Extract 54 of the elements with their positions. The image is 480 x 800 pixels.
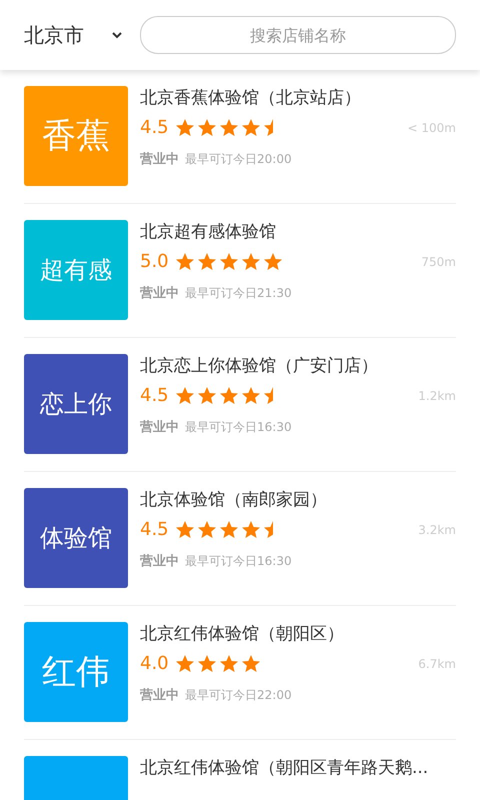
star-icon: [240, 118, 261, 138]
store-logo: 恋上你: [24, 354, 128, 454]
rating-score: 4.5: [140, 385, 169, 406]
star-icon: [240, 520, 261, 540]
store-logo: 红伟: [24, 622, 128, 722]
open-status: 营业中: [140, 151, 179, 168]
star-icon: [196, 252, 217, 272]
store-name: 北京超有感体验馆: [140, 221, 277, 243]
star-icon: [196, 520, 217, 540]
store-logo: 超有感: [24, 220, 128, 320]
open-status: 营业中: [140, 553, 179, 570]
rating-score: 4.5: [140, 117, 169, 138]
store-name: 北京香蕉体验馆（北京站店）: [140, 87, 362, 109]
star-icon: [174, 118, 195, 138]
star-icon: [174, 654, 195, 674]
rating-score: 4.5: [140, 519, 169, 540]
search-field[interactable]: 搜索店铺名称: [140, 16, 456, 54]
star-icon: [174, 386, 195, 406]
star-icon: [218, 654, 239, 674]
store-name: 北京恋上你体验馆（广安门店）: [140, 355, 379, 377]
booking-time: 最早可订今日21:30: [185, 284, 292, 302]
star-icon: [218, 520, 239, 540]
open-status: 营业中: [140, 687, 179, 704]
booking-time: 最早可订今日20:00: [185, 150, 292, 168]
store-card[interactable]: 北京红伟体验馆（朝阳区青年路天鹅...: [24, 740, 456, 800]
chevron-down-icon: [112, 32, 122, 38]
star-icon: [240, 654, 261, 674]
open-status: 营业中: [140, 285, 179, 302]
booking-time: 最早可订今日22:00: [185, 686, 292, 704]
star-icon: [218, 386, 239, 406]
city-selector[interactable]: 北京市: [24, 22, 122, 48]
half-star-icon: [262, 386, 273, 406]
store-logo: 体验馆: [24, 488, 128, 588]
star-icon: [196, 118, 217, 138]
store-name: 北京体验馆（南郎家园）: [140, 489, 328, 511]
booking-time: 最早可订今日16:30: [185, 552, 292, 570]
star-icon: [218, 118, 239, 138]
star-icon: [174, 252, 195, 272]
star-icon: [174, 520, 195, 540]
star-icon: [218, 252, 239, 272]
store-name: 北京红伟体验馆（朝阳区青年路天鹅...: [140, 757, 430, 779]
star-icon: [240, 386, 261, 406]
star-icon: [240, 252, 261, 272]
star-icon: [196, 386, 217, 406]
open-status: 营业中: [140, 419, 179, 436]
half-star-icon: [262, 118, 273, 138]
booking-time: 最早可订今日16:30: [185, 418, 292, 436]
half-star-icon: [262, 520, 273, 540]
rating-score: 5.0: [140, 251, 169, 272]
star-icon: [262, 252, 283, 272]
store-logo: 香蕉: [24, 86, 128, 186]
rating-score: 4.0: [140, 653, 169, 674]
star-icon: [196, 654, 217, 674]
store-name: 北京红伟体验馆（朝阳区）: [140, 623, 345, 645]
